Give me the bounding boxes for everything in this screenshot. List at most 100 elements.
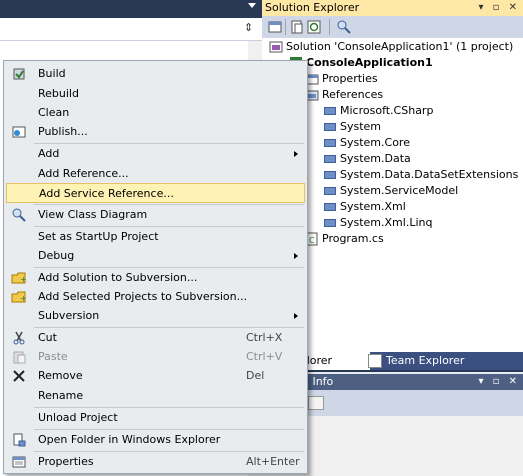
menu-item-label: Add <box>38 147 60 160</box>
menu-item-label: View Class Diagram <box>38 208 148 221</box>
tree-item-label: References <box>322 88 384 101</box>
property-pages-icon[interactable] <box>308 396 324 410</box>
tree-item-label: Solution 'ConsoleApplication1' (1 projec… <box>286 40 514 53</box>
tree-item-project[interactable]: C ConsoleApplication1 <box>289 55 433 71</box>
menu-item-open-folder[interactable]: Open Folder in Windows Explorer <box>6 430 305 450</box>
tree-item-label: Program.cs <box>322 232 384 245</box>
menu-item-debug[interactable]: Debug <box>6 246 305 266</box>
assembly-reference-icon <box>324 203 336 211</box>
tree-item-reference[interactable]: System.ServiceModel <box>324 183 458 199</box>
menu-item-build[interactable]: Build <box>6 64 305 84</box>
project-context-menu: Build Rebuild Clean Publish... Add Add R… <box>3 60 308 474</box>
menu-item-add-service-reference[interactable]: Add Service Reference... <box>6 183 305 203</box>
publish-icon <box>12 126 26 138</box>
solution-explorer-toolbar <box>262 16 523 38</box>
menu-item-shortcut: Ctrl+V <box>246 350 283 363</box>
toolbar-separator <box>329 19 330 35</box>
tab-label: Team Explorer <box>386 354 465 367</box>
menu-item-remove[interactable]: Remove Del <box>6 366 305 386</box>
menu-item-set-startup-project[interactable]: Set as StartUp Project <box>6 227 305 247</box>
menu-item-unload-project[interactable]: Unload Project <box>6 408 305 428</box>
tree-item-label: Microsoft.CSharp <box>340 104 434 117</box>
menu-item-label: Properties <box>38 455 94 468</box>
menu-item-label: Subversion <box>38 309 100 322</box>
menu-item-clean[interactable]: Clean <box>6 103 305 123</box>
tree-item-label: System.Xml <box>340 200 406 213</box>
menu-item-label: Remove <box>38 369 83 382</box>
menu-item-publish[interactable]: Publish... <box>6 122 305 142</box>
tree-item-label: Properties <box>322 72 378 85</box>
panel-window-buttons[interactable]: ▾ ▫ ✕ <box>478 374 520 390</box>
menu-item-label: Debug <box>38 249 75 262</box>
properties-toolbar-icon[interactable] <box>267 19 283 35</box>
paste-icon <box>13 351 26 364</box>
svg-text:+: + <box>20 294 27 303</box>
menu-item-paste[interactable]: Paste Ctrl+V <box>6 347 305 367</box>
build-icon <box>13 68 25 80</box>
tree-item-program[interactable]: C Program.cs <box>305 231 384 247</box>
solution-explorer-title: Solution Explorer <box>265 1 360 14</box>
menu-item-label: Add Solution to Subversion... <box>38 271 198 284</box>
tree-item-reference[interactable]: System.Xml <box>324 199 406 215</box>
tree-item-properties[interactable]: Properties <box>305 71 378 87</box>
menu-item-label: Add Service Reference... <box>39 187 174 200</box>
menu-item-label: Unload Project <box>38 411 118 424</box>
properties-icon <box>12 456 26 468</box>
assembly-reference-icon <box>324 187 336 195</box>
solution-explorer-titlebar[interactable]: Solution Explorer ▾ ▫ ✕ <box>262 0 523 16</box>
menu-item-label: Build <box>38 67 66 80</box>
assembly-reference-icon <box>324 171 336 179</box>
view-class-diagram-icon[interactable] <box>336 19 352 35</box>
menu-item-label: Add Selected Projects to Subversion... <box>38 290 248 303</box>
refresh-icon[interactable] <box>306 19 322 35</box>
show-all-files-icon[interactable] <box>289 19 305 35</box>
tab-team-explorer[interactable]: Team Explorer <box>368 352 464 370</box>
open-folder-icon <box>13 433 26 447</box>
menu-item-label: Cut <box>38 331 57 344</box>
menu-item-rebuild[interactable]: Rebuild <box>6 84 305 104</box>
menu-item-subversion[interactable]: Subversion <box>6 306 305 326</box>
tree-item-label: System.Data <box>340 152 411 165</box>
assembly-reference-icon <box>324 219 336 227</box>
menu-item-view-class-diagram[interactable]: View Class Diagram <box>6 205 305 225</box>
menu-item-label: Add Reference... <box>38 167 129 180</box>
tree-item-reference[interactable]: System.Xml.Linq <box>324 215 432 231</box>
tree-item-label: ConsoleApplication1 <box>306 56 433 69</box>
submenu-arrow-icon <box>294 253 298 259</box>
menu-item-add-reference[interactable]: Add Reference... <box>6 164 305 184</box>
team-explorer-icon <box>368 354 382 368</box>
menu-item-rename[interactable]: Rename <box>6 386 305 406</box>
menu-item-label: Rebuild <box>38 87 79 100</box>
submenu-arrow-icon <box>294 151 298 157</box>
subversion-folder-icon: + <box>11 272 27 284</box>
submenu-arrow-icon <box>294 313 298 319</box>
splitter-icon[interactable]: ⇕ <box>244 21 254 35</box>
tree-item-reference[interactable]: System.Core <box>324 135 410 151</box>
menu-item-label: Rename <box>38 389 84 402</box>
menu-item-shortcut: Ctrl+X <box>246 331 283 344</box>
tree-item-reference[interactable]: System.Data.DataSetExtensions <box>324 167 518 183</box>
svg-text:C: C <box>309 236 315 245</box>
tree-item-reference[interactable]: Microsoft.CSharp <box>324 103 433 119</box>
menu-item-cut[interactable]: Cut Ctrl+X <box>6 328 305 348</box>
tree-item-reference[interactable]: System.Data <box>324 151 411 167</box>
tree-item-solution[interactable]: Solution 'ConsoleApplication1' (1 projec… <box>269 39 513 55</box>
editor-navigation-bar[interactable]: ⇕ <box>0 18 262 41</box>
tree-item-label: System.Xml.Linq <box>340 216 433 229</box>
scissors-icon <box>13 331 25 345</box>
assembly-reference-icon <box>324 139 336 147</box>
svg-text:+: + <box>20 275 27 284</box>
menu-item-add[interactable]: Add <box>6 144 305 164</box>
assembly-reference-icon <box>324 155 336 163</box>
delete-x-icon <box>13 370 25 382</box>
menu-item-properties[interactable]: Properties Alt+Enter <box>6 452 305 472</box>
tree-item-label: System <box>340 120 382 133</box>
tree-item-references[interactable]: References <box>305 87 383 103</box>
menu-item-add-selected-projects-to-subversion[interactable]: + Add Selected Projects to Subversion... <box>6 287 305 307</box>
menu-item-shortcut: Alt+Enter <box>246 455 300 468</box>
tree-item-reference[interactable]: System <box>324 119 381 135</box>
tree-item-label: System.Core <box>340 136 410 149</box>
menu-item-add-solution-to-subversion[interactable]: + Add Solution to Subversion... <box>6 268 305 288</box>
document-list-dropdown-icon[interactable] <box>248 3 256 8</box>
panel-window-buttons[interactable]: ▾ ▫ ✕ <box>478 0 520 16</box>
